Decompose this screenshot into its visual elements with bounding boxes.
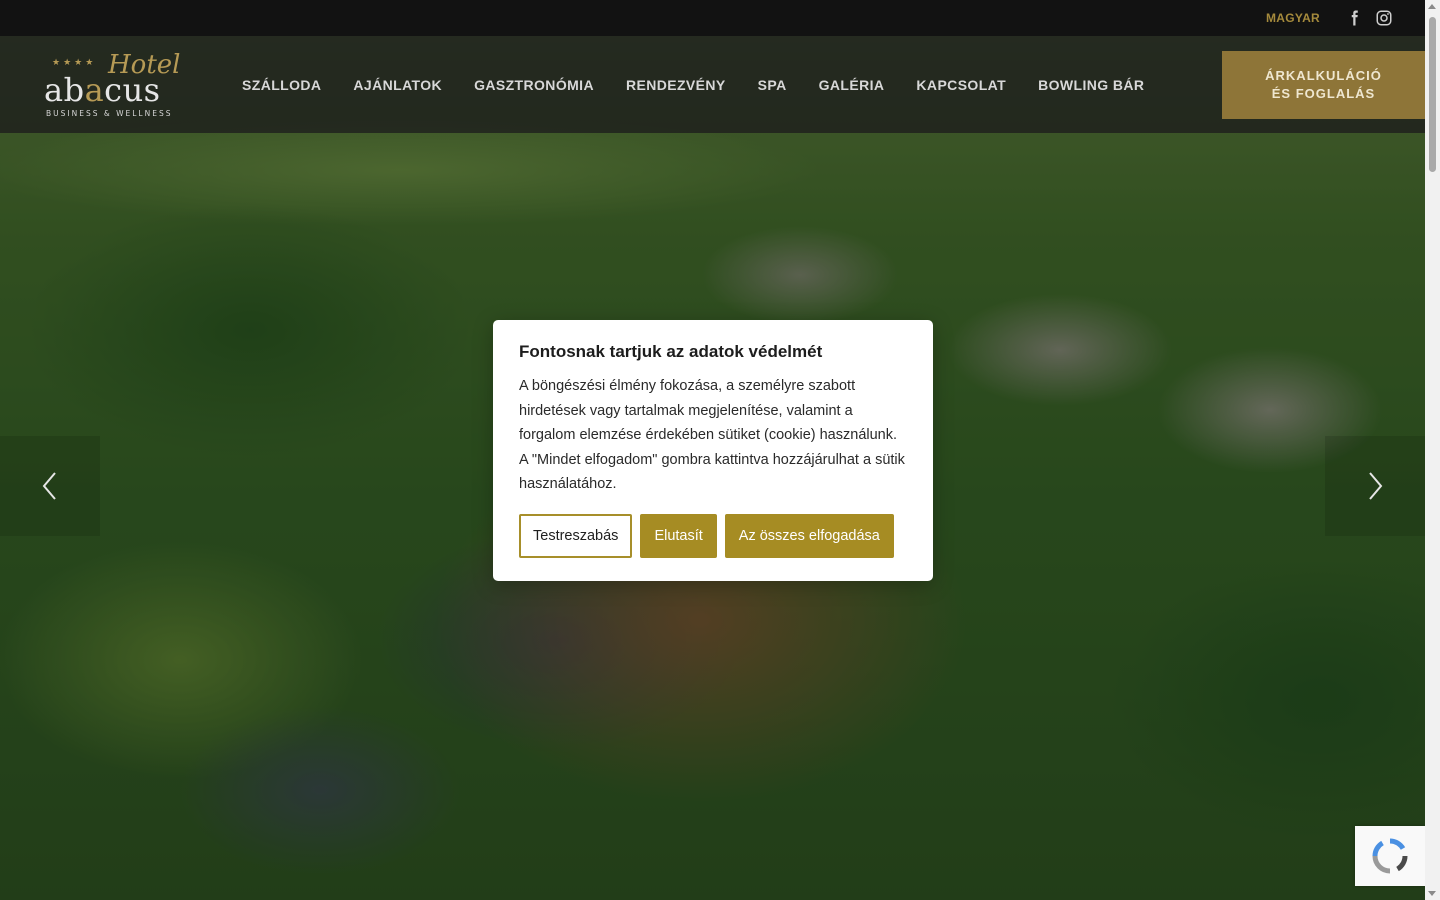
cookie-consent-dialog: Fontosnak tartjuk az adatok védelmét A b… (493, 320, 933, 581)
nav-item-gasztronomia[interactable]: GASZTRONÓMIA (474, 77, 594, 93)
cookie-dialog-buttons: Testreszabás Elutasít Az összes elfogadá… (519, 513, 907, 558)
main-nav: SZÁLLODA AJÁNLATOK GASZTRONÓMIA RENDEZVÉ… (242, 36, 1176, 133)
scroll-down-arrow-icon[interactable] (1428, 891, 1436, 896)
logo-stars: ★★★★ (52, 58, 97, 68)
slider-next-button[interactable] (1325, 436, 1425, 536)
nav-item-spa[interactable]: SPA (758, 77, 787, 93)
cookie-dialog-text: A böngészési élmény fokozása, a személyr… (519, 378, 905, 492)
instagram-icon[interactable] (1375, 9, 1393, 27)
main-header: ★★★★ Hotel abacus BUSINESS & WELLNESS SZ… (0, 36, 1425, 133)
cta-line-2: ÉS FOGLALÁS (1271, 86, 1376, 101)
facebook-icon[interactable] (1345, 9, 1363, 27)
nav-item-bowling-bar[interactable]: BOWLING BÁR (1038, 77, 1144, 93)
recaptcha-icon (1372, 838, 1408, 874)
accept-all-button[interactable]: Az összes elfogadása (724, 513, 894, 558)
cta-line-1: ÁRKALKULÁCIÓ (1265, 68, 1382, 83)
reject-button[interactable]: Elutasít (640, 513, 717, 558)
scroll-up-arrow-icon[interactable] (1428, 4, 1436, 9)
slider-prev-button[interactable] (0, 436, 100, 536)
nav-item-ajanlatok[interactable]: AJÁNLATOK (353, 77, 442, 93)
customize-button[interactable]: Testreszabás (519, 513, 633, 558)
chevron-left-icon (42, 472, 56, 500)
hotel-abacus-logo[interactable]: ★★★★ Hotel abacus BUSINESS & WELLNESS (40, 50, 190, 122)
chevron-right-icon (1369, 472, 1383, 500)
cookie-dialog-title: Fontosnak tartjuk az adatok védelmét (519, 342, 823, 361)
scrollbar-thumb[interactable] (1429, 17, 1436, 172)
language-selector[interactable]: MAGYAR (1266, 11, 1320, 25)
nav-item-kapcsolat[interactable]: KAPCSOLAT (916, 77, 1006, 93)
nav-item-rendezveny[interactable]: RENDEZVÉNY (626, 77, 726, 93)
logo-wordmark: abacus (44, 71, 161, 109)
price-calc-booking-button[interactable]: ÁRKALKULÁCIÓ ÉS FOGLALÁS (1222, 51, 1425, 119)
recaptcha-badge[interactable] (1355, 826, 1425, 886)
nav-item-szalloda[interactable]: SZÁLLODA (242, 77, 321, 93)
page-scrollbar[interactable] (1425, 0, 1440, 900)
logo-subtitle: BUSINESS & WELLNESS (46, 109, 173, 118)
top-bar: MAGYAR (0, 0, 1425, 36)
nav-item-galeria[interactable]: GALÉRIA (819, 77, 885, 93)
